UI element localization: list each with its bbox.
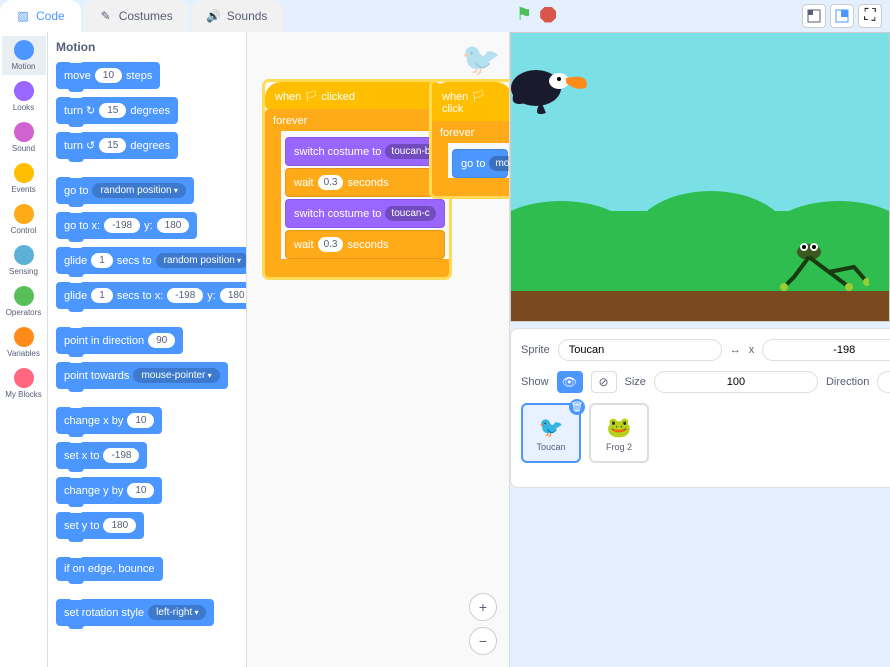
- category-sensing[interactable]: Sensing: [2, 241, 46, 280]
- fullscreen-button[interactable]: ⛶: [858, 4, 882, 28]
- category-sound[interactable]: Sound: [2, 118, 46, 157]
- frog-thumb-icon: 🐸: [607, 415, 632, 440]
- zoom-out-icon: −: [479, 633, 487, 649]
- sounds-icon: 🔊: [207, 9, 221, 23]
- sprite-label: Sprite: [521, 344, 550, 356]
- sprite-tile-toucan[interactable]: 🗑 🐦 Toucan: [521, 403, 581, 463]
- backdrop-bush-mid: [631, 191, 791, 291]
- sprite-size-input[interactable]: [654, 371, 818, 393]
- script-stack-2[interactable]: when 🏳 click forever go tomous: [432, 82, 510, 196]
- tab-code-label: Code: [36, 9, 65, 23]
- tab-costumes-label: Costumes: [119, 9, 173, 23]
- category-variables[interactable]: Variables: [2, 323, 46, 362]
- sprite-tile-label: Toucan: [536, 442, 565, 452]
- palette-title: Motion: [56, 40, 238, 54]
- hat-when-flag-clicked[interactable]: when 🏳 clicked: [265, 82, 449, 109]
- eye-off-icon: ⊘: [599, 375, 609, 389]
- sprite-tile-label: Frog 2: [606, 442, 632, 452]
- tab-code[interactable]: ▧ Code: [0, 0, 81, 32]
- xy-icon: ↔: [730, 344, 741, 356]
- show-label: Show: [521, 376, 549, 388]
- goto-block[interactable]: go tomous: [452, 149, 508, 178]
- sprite-watermark: 🐦: [461, 40, 501, 78]
- sprite-frog-on-stage[interactable]: [779, 232, 869, 311]
- block-change-x[interactable]: change x by10: [56, 407, 162, 434]
- script-stack-1[interactable]: when 🏳 clicked forever switch costume to…: [265, 82, 449, 277]
- sprite-direction-input[interactable]: [877, 371, 890, 393]
- sprite-toucan-on-stage[interactable]: [510, 53, 601, 147]
- zoom-in-icon: +: [479, 599, 487, 615]
- block-change-y[interactable]: change y by10: [56, 477, 162, 504]
- category-control[interactable]: Control: [2, 200, 46, 239]
- zoom-in-button[interactable]: +: [469, 593, 497, 621]
- block-categories: Motion Looks Sound Events Control Sensin…: [0, 32, 48, 667]
- wait-block-2[interactable]: wait0.3seconds: [285, 230, 445, 259]
- switch-costume-block-1[interactable]: switch costume totoucan-b: [285, 137, 445, 166]
- sprite-tile-frog[interactable]: 🐸 Frog 2: [589, 403, 649, 463]
- scripts-area[interactable]: 🐦 when 🏳 clicked forever switch costume …: [246, 32, 510, 667]
- direction-label: Direction: [826, 376, 869, 388]
- large-stage-button[interactable]: [830, 4, 854, 28]
- block-edge-bounce[interactable]: if on edge, bounce: [56, 557, 163, 581]
- sprite-x-input[interactable]: [762, 339, 890, 361]
- zoom-out-button[interactable]: −: [469, 627, 497, 655]
- block-palette[interactable]: Motion move10steps turn ↻15degrees turn …: [48, 32, 246, 667]
- toucan-thumb-icon: 🐦: [539, 415, 564, 440]
- small-stage-icon: [807, 9, 821, 23]
- sprite-name-input[interactable]: [558, 339, 722, 361]
- size-label: Size: [625, 376, 646, 388]
- eye-icon: 👁: [562, 375, 577, 389]
- trash-icon: 🗑: [571, 402, 584, 413]
- block-set-y[interactable]: set y to180: [56, 512, 144, 539]
- hat-when-flag-clicked-2[interactable]: when 🏳 click: [432, 82, 510, 121]
- wait-block-1[interactable]: wait0.3seconds: [285, 168, 445, 197]
- tab-sounds[interactable]: 🔊 Sounds: [191, 0, 284, 32]
- stage-canvas[interactable]: [510, 32, 890, 322]
- block-turn-ccw[interactable]: turn ↺15degrees: [56, 132, 178, 159]
- category-looks[interactable]: Looks: [2, 77, 46, 116]
- block-point-direction[interactable]: point in direction90: [56, 327, 183, 354]
- forever-block-2[interactable]: forever go tomous: [432, 121, 510, 196]
- category-motion[interactable]: Motion: [2, 36, 46, 75]
- block-turn-cw[interactable]: turn ↻15degrees: [56, 97, 178, 124]
- tab-sounds-label: Sounds: [227, 9, 268, 23]
- block-set-x[interactable]: set x to-198: [56, 442, 147, 469]
- block-glide-menu[interactable]: glide1secs torandom position: [56, 247, 246, 274]
- category-operators[interactable]: Operators: [2, 282, 46, 321]
- forever-block[interactable]: forever switch costume totoucan-b wait0.…: [265, 109, 449, 277]
- category-myblocks[interactable]: My Blocks: [2, 364, 46, 403]
- delete-sprite-button[interactable]: 🗑: [569, 399, 585, 415]
- block-goto-xy[interactable]: go to x:-198y:180: [56, 212, 197, 239]
- green-flag-button[interactable]: ⚑: [516, 4, 532, 25]
- code-icon: ▧: [16, 9, 30, 23]
- small-stage-button[interactable]: [802, 4, 826, 28]
- block-move-steps[interactable]: move10steps: [56, 62, 160, 89]
- stop-button[interactable]: [540, 7, 556, 23]
- tab-costumes[interactable]: ✎ Costumes: [83, 0, 189, 32]
- sprite-info-panel: Sprite ↔ x ↕ y Show 👁 ⊘ Size Direction: [510, 328, 890, 488]
- hide-sprite-button[interactable]: ⊘: [591, 371, 617, 393]
- block-rotation-style[interactable]: set rotation styleleft-right: [56, 599, 214, 626]
- costumes-icon: ✎: [99, 9, 113, 23]
- large-stage-icon: [835, 9, 849, 23]
- block-point-towards[interactable]: point towardsmouse-pointer: [56, 362, 228, 389]
- block-glide-xy[interactable]: glide1secs to x:-198y:180: [56, 282, 246, 309]
- block-goto-menu[interactable]: go torandom position: [56, 177, 194, 204]
- category-events[interactable]: Events: [2, 159, 46, 198]
- fullscreen-icon: ⛶: [864, 7, 875, 25]
- show-sprite-button[interactable]: 👁: [557, 371, 583, 393]
- switch-costume-block-2[interactable]: switch costume totoucan-c: [285, 199, 445, 228]
